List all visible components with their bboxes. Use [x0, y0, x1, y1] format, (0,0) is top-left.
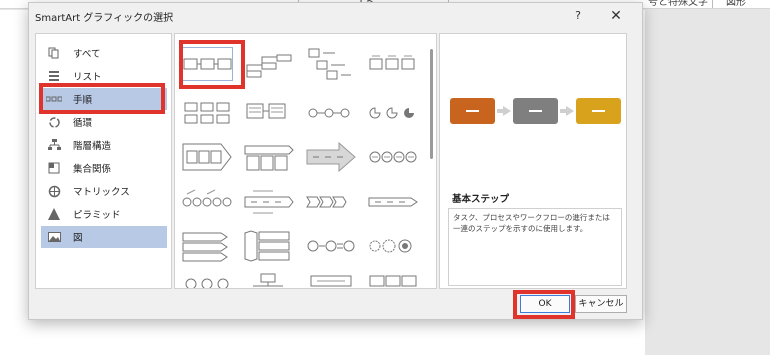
dialog-titlebar: SmartArt グラフィックの選択 ? ✕ [29, 3, 642, 29]
category-picture[interactable]: 図 [41, 226, 167, 248]
layout-bar-arrows[interactable] [243, 140, 295, 174]
layout-pie-process[interactable] [367, 96, 419, 130]
layout-closed-chevron[interactable] [367, 185, 419, 219]
layout-process-arrows[interactable] [181, 140, 233, 174]
layout-circular-chevron[interactable] [181, 185, 233, 219]
layout-descending-process[interactable] [305, 272, 357, 288]
category-label: ピラミッド [73, 210, 121, 221]
layout-alternating-flow[interactable] [367, 47, 419, 81]
category-matrix[interactable]: マトリックス [41, 180, 167, 202]
layout-continuous-block-process[interactable] [181, 96, 233, 130]
preview-layout-name: 基本ステップ [452, 194, 510, 205]
cycle-icon [41, 111, 67, 133]
help-button[interactable]: ? [569, 6, 587, 26]
close-button[interactable]: ✕ [605, 5, 627, 27]
highlight-ok-box [513, 290, 575, 319]
ribbon-fragment: 号と特殊文字 [648, 0, 708, 8]
layout-upward-arrow[interactable] [305, 140, 357, 174]
preview-pane: 基本ステップ タスク、プロセスやワークフローの進行または一連のステップを示すのに… [439, 33, 627, 289]
highlight-category-box [39, 83, 165, 114]
ribbon-fragment: 図形 [726, 0, 746, 8]
matrix-icon [41, 180, 67, 202]
highlight-layout-box [179, 40, 245, 89]
dialog-title: SmartArt グラフィックの選択 [35, 13, 174, 24]
category-hierarchy[interactable]: 階層構造 [41, 134, 167, 156]
layout-continuous-arrow-process[interactable] [243, 96, 295, 130]
preview-arrow-2 [560, 106, 574, 116]
layout-org-process[interactable] [243, 272, 295, 288]
preview-arrow-1 [497, 106, 511, 116]
smartart-dialog: SmartArt グラフィックの選択 ? ✕ すべて リスト 手順 循環 階層構… [28, 2, 643, 320]
layout-segmented-process[interactable] [367, 272, 419, 288]
layout-gear-circles[interactable] [367, 229, 419, 263]
category-label: 集合関係 [73, 164, 112, 175]
layout-circle-arrow[interactable] [181, 272, 233, 288]
layout-chevron-circles[interactable] [367, 140, 419, 174]
cancel-button[interactable]: キャンセル [575, 295, 627, 313]
gallery-scroll-thumb[interactable] [430, 49, 433, 159]
category-label: 図 [73, 233, 83, 244]
category-label: 階層構造 [73, 141, 112, 152]
document-margin [645, 10, 770, 355]
preview-step-1 [450, 98, 495, 124]
category-cycle[interactable]: 循環 [41, 111, 167, 133]
preview-step-2 [513, 98, 558, 124]
layout-circle-process[interactable] [305, 96, 357, 130]
pyramid-icon [41, 203, 67, 225]
layout-step-up-process[interactable] [243, 47, 295, 81]
layout-equation[interactable] [305, 229, 357, 263]
category-relationship[interactable]: 集合関係 [41, 157, 167, 179]
layout-vertical-chevron[interactable] [181, 229, 233, 263]
category-label: 循環 [73, 118, 93, 129]
layout-chevron-list[interactable] [305, 185, 357, 219]
preview-step-3 [576, 98, 621, 124]
picture-icon [41, 226, 67, 248]
preview-description: タスク、プロセスやワークフローの進行または一連のステップを示すのに使用します。 [448, 208, 622, 286]
category-list: すべて リスト 手順 循環 階層構造 集合関係 マトリックス ピラミッド 図 [35, 33, 172, 289]
category-label: リスト [73, 72, 102, 83]
category-label: すべて [73, 49, 101, 60]
layout-vertical-bullet-list[interactable] [243, 229, 295, 263]
relationship-icon [41, 157, 67, 179]
all-layouts-icon [41, 42, 67, 64]
category-pyramid[interactable]: ピラミッド [41, 203, 167, 225]
hierarchy-icon [41, 134, 67, 156]
category-label: マトリックス [73, 187, 130, 198]
category-all[interactable]: すべて [41, 42, 167, 64]
layout-accent-process[interactable] [305, 47, 357, 81]
layout-timeline[interactable] [243, 185, 295, 219]
